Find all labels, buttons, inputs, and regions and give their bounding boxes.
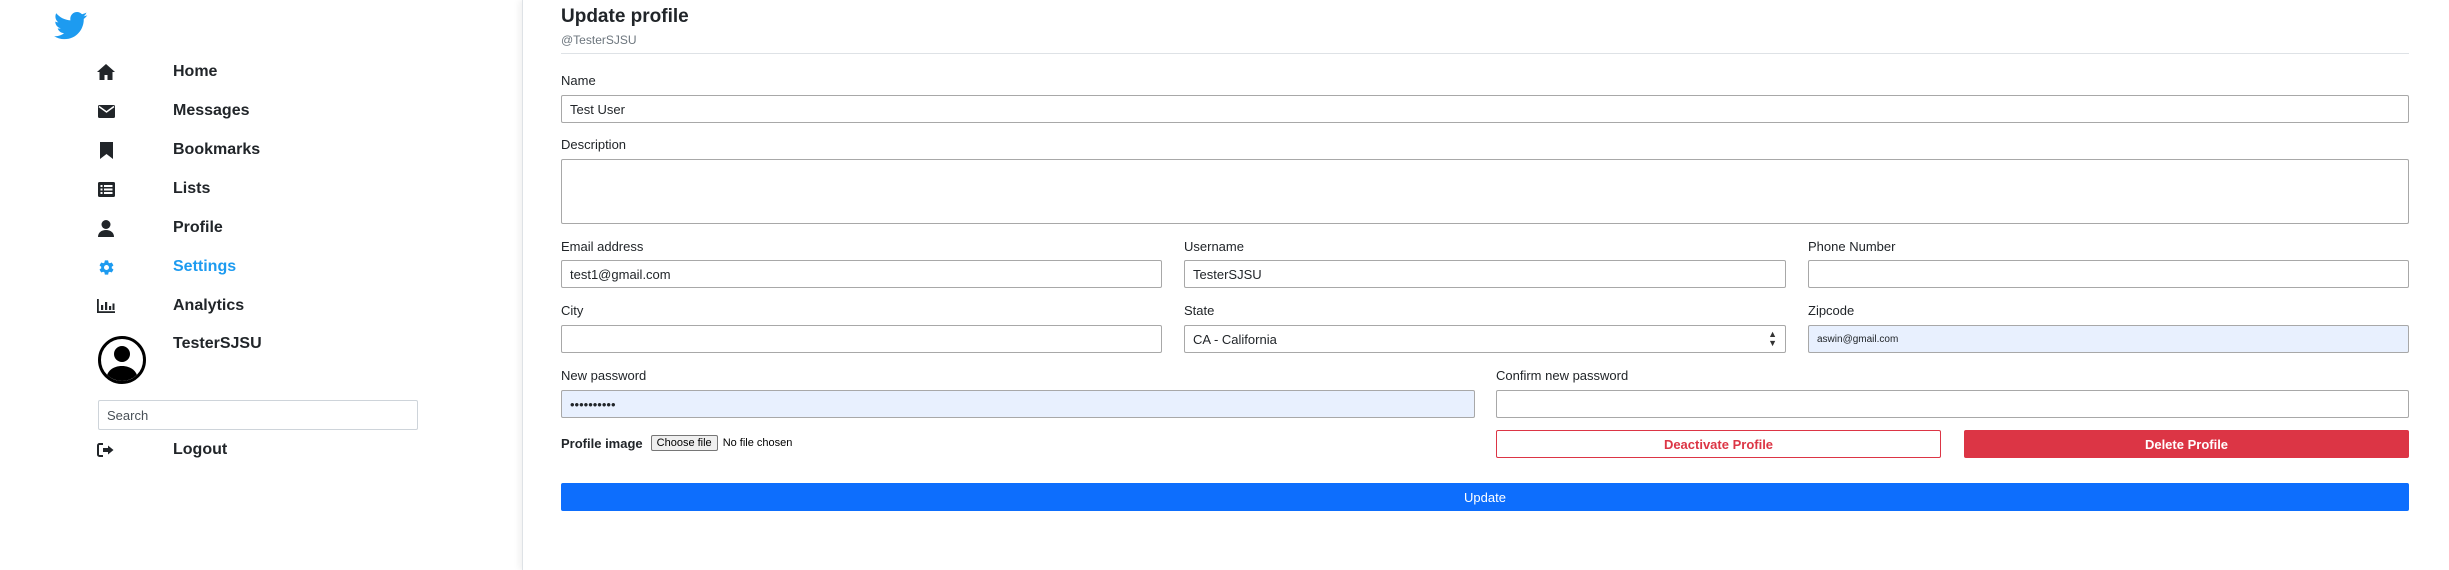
email-label: Email address (561, 239, 644, 254)
username-label: Username (1184, 239, 1244, 254)
confirm-password-label: Confirm new password (1496, 368, 1629, 383)
email-field[interactable] (561, 260, 1162, 288)
sidebar-item-bookmarks[interactable]: Bookmarks (96, 135, 426, 165)
sidebar-item-label: Profile (173, 219, 223, 236)
new-password-label: New password (561, 368, 647, 383)
name-input[interactable] (561, 95, 2409, 123)
new-password-input[interactable] (561, 390, 1475, 418)
phone-input[interactable] (1808, 260, 2409, 288)
sidebar-item-label: Settings (173, 258, 237, 275)
delete-profile-button[interactable]: Delete Profile (1964, 430, 2409, 458)
user-handle: @TesterSJSU (561, 33, 637, 47)
profile-image-label: Profile image (561, 435, 643, 451)
logout-button[interactable]: Logout (96, 435, 426, 465)
user-avatar-icon[interactable] (98, 336, 146, 384)
sidebar-item-label: Messages (173, 102, 250, 119)
zipcode-label: Zipcode (1808, 303, 1855, 318)
page-title: Update profile (561, 6, 689, 27)
bar-chart-icon (96, 296, 116, 316)
sidebar-item-settings[interactable]: Settings (96, 252, 426, 282)
deactivate-profile-button[interactable]: Deactivate Profile (1496, 430, 1941, 458)
twitter-bird-icon[interactable] (54, 11, 88, 41)
sidebar-item-analytics[interactable]: Analytics (96, 291, 426, 321)
choose-file-button[interactable]: Choose file (650, 435, 718, 451)
state-label: State (1184, 303, 1215, 318)
search-input[interactable] (98, 400, 418, 430)
file-status: No file chosen (722, 437, 793, 449)
divider (561, 53, 2409, 54)
main-panel: Update profile @TesterSJSU Name Descript… (522, 0, 2449, 570)
sidebar-item-label: Bookmarks (173, 141, 261, 158)
sidebar-item-profile[interactable]: Profile (96, 213, 426, 243)
state-selected-value: CA - California (1193, 331, 1277, 347)
sidebar-item-home[interactable]: Home (96, 57, 426, 87)
state-select[interactable]: CA - California ▲ ▼ (1184, 325, 1786, 353)
sidebar: Home Messages Bookmarks Lists Profile Se… (0, 0, 522, 570)
description-textarea[interactable] (561, 159, 2409, 224)
user-icon (96, 218, 116, 238)
sidebar-item-label: Analytics (173, 297, 245, 314)
envelope-icon (96, 101, 116, 121)
city-label: City (561, 303, 584, 318)
name-label: Name (561, 73, 596, 88)
confirm-password-input[interactable] (1496, 390, 2409, 418)
sidebar-item-lists[interactable]: Lists (96, 174, 426, 204)
zipcode-input[interactable] (1808, 325, 2409, 353)
profile-image-row: Profile image Choose file No file chosen (561, 434, 792, 452)
logout-label: Logout (173, 441, 228, 458)
bookmark-icon (96, 140, 116, 160)
gear-icon (96, 257, 116, 277)
update-button[interactable]: Update (561, 483, 2409, 511)
user-name[interactable]: TesterSJSU (173, 335, 262, 353)
city-input[interactable] (561, 325, 1162, 353)
sidebar-item-label: Lists (173, 180, 211, 197)
phone-label: Phone Number (1808, 239, 1896, 254)
home-icon (96, 62, 116, 82)
username-input[interactable] (1184, 260, 1786, 288)
chevron-up-down-icon: ▲ ▼ (1768, 329, 1777, 348)
sidebar-item-messages[interactable]: Messages (96, 96, 426, 126)
list-icon (96, 179, 116, 199)
sidebar-item-label: Home (173, 63, 218, 80)
description-label: Description (561, 137, 627, 152)
sign-out-icon (96, 440, 116, 460)
